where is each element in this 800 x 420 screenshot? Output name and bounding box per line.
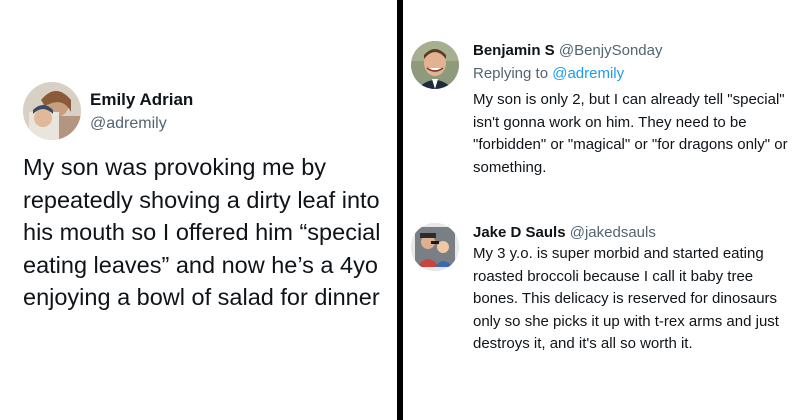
reply-text: My 3 y.o. is super morbid and started ea… — [473, 245, 779, 352]
left-tweet-panel: Emily Adrian @adremily My son was provok… — [0, 0, 397, 420]
author-name[interactable]: Jake D Sauls — [473, 224, 566, 241]
replying-to-line: Replying to @adremily — [473, 65, 624, 82]
jake-name-line: Jake D Sauls @jakedsauls — [473, 224, 656, 241]
replying-label: Replying to — [473, 65, 549, 82]
benjamin-name-line: Benjamin S @BenjySonday — [473, 42, 662, 59]
benjamin-avatar[interactable] — [411, 41, 459, 89]
author-handle[interactable]: @BenjySonday — [559, 42, 663, 59]
tweet-text: My son was provoking me by repeatedly sh… — [23, 154, 381, 310]
reply-text: My son is only 2, but I can already tell… — [473, 91, 788, 176]
replying-to-link[interactable]: @adremily — [552, 65, 624, 82]
replies-panel: Benjamin S @BenjySonday Replying to @adr… — [403, 0, 800, 420]
author-handle[interactable]: @jakedsauls — [570, 224, 656, 241]
author-name[interactable]: Benjamin S — [473, 42, 555, 59]
jake-avatar[interactable] — [411, 223, 459, 271]
emily-avatar[interactable] — [23, 82, 81, 140]
author-handle[interactable]: @adremily — [90, 115, 167, 133]
author-name[interactable]: Emily Adrian — [90, 90, 193, 110]
